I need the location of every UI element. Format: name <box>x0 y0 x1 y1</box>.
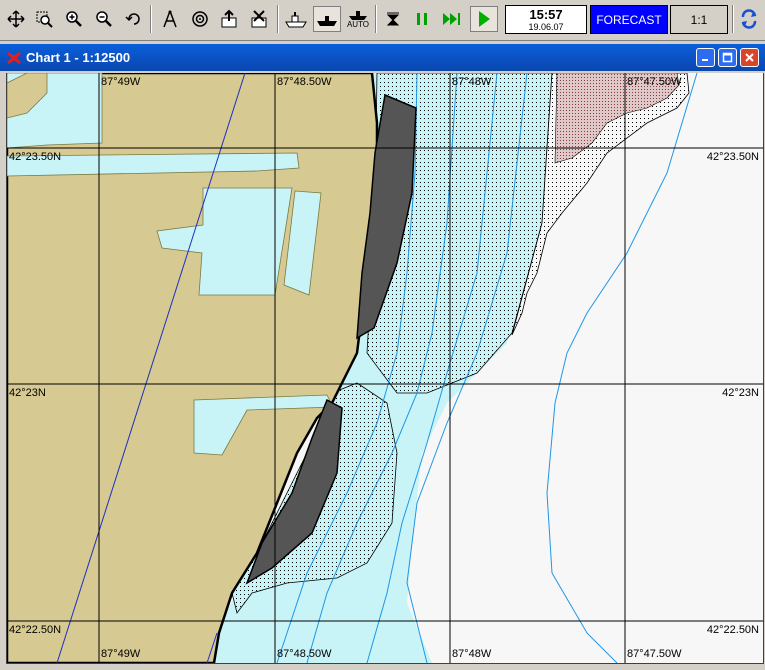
lon-label-bottom-3: 87°48W <box>452 648 492 660</box>
chart-app-icon <box>6 50 22 71</box>
undo-icon[interactable] <box>122 6 146 32</box>
ship-icon[interactable] <box>284 6 308 32</box>
zoom-in-icon[interactable] <box>62 6 86 32</box>
toolbar-separator <box>150 5 152 33</box>
lon-label-bottom-1: 87°49W <box>101 648 141 660</box>
lat-label-left-2: 42°23N <box>9 387 46 399</box>
forecast-button[interactable]: FORECAST <box>590 5 668 34</box>
auto-label: AUTO <box>346 20 370 29</box>
fast-forward-icon[interactable] <box>440 6 464 32</box>
minimize-icon <box>702 59 708 61</box>
zoom-window-icon[interactable] <box>32 6 56 32</box>
clock-date: 19.06.07 <box>528 22 564 32</box>
pause-icon[interactable] <box>410 6 434 32</box>
lon-label-bottom-2: 87°48.50W <box>277 648 332 660</box>
chart-window-titlebar[interactable]: Chart 1 - 1:12500 <box>0 44 765 71</box>
toolbar: AUTO 15:57 19.06.07 FORECAST 1:1 <box>0 0 765 41</box>
lat-label-right-3: 42°22.50N <box>706 624 759 636</box>
ship-center-icon[interactable] <box>313 6 341 32</box>
toolbar-separator <box>375 5 377 33</box>
maximize-icon <box>722 52 733 63</box>
scale-button[interactable]: 1:1 <box>670 5 728 34</box>
lon-label-top-4: 87°47.50W <box>627 76 682 88</box>
toolbar-separator <box>732 5 734 33</box>
auto-mode-button[interactable]: AUTO <box>344 6 372 32</box>
window-title: Chart 1 - 1:12500 <box>26 50 131 65</box>
lon-label-top-1: 87°49W <box>101 76 141 88</box>
clock-time: 15:57 <box>529 7 563 22</box>
compass-icon[interactable] <box>158 6 182 32</box>
clock-display: 15:57 19.06.07 <box>505 5 587 34</box>
refresh-icon[interactable] <box>737 6 761 32</box>
close-icon <box>745 53 754 62</box>
target-icon[interactable] <box>188 6 212 32</box>
nautical-chart[interactable]: 87°49W 87°48.50W 87°48W 87°47.50W 87°49W… <box>6 73 764 664</box>
lon-label-bottom-4: 87°47.50W <box>627 648 682 660</box>
stop-icon[interactable] <box>381 6 405 32</box>
lon-label-top-2: 87°48.50W <box>277 76 332 88</box>
lat-label-left-1: 42°23.50N <box>9 151 62 163</box>
toolbar-separator <box>277 5 279 33</box>
lat-label-right-1: 42°23.50N <box>706 151 759 163</box>
minimize-button[interactable] <box>696 48 715 67</box>
lon-label-top-3: 87°48W <box>452 76 492 88</box>
close-button[interactable] <box>740 48 759 67</box>
export-icon[interactable] <box>217 6 241 32</box>
maximize-button[interactable] <box>718 48 737 67</box>
zoom-out-icon[interactable] <box>92 6 116 32</box>
play-icon[interactable] <box>470 6 498 32</box>
delete-object-icon[interactable] <box>247 6 271 32</box>
chart-canvas[interactable] <box>7 73 763 663</box>
lat-label-left-3: 42°22.50N <box>9 624 62 636</box>
lat-label-right-2: 42°23N <box>722 387 759 399</box>
fit-chart-icon[interactable] <box>4 6 28 32</box>
